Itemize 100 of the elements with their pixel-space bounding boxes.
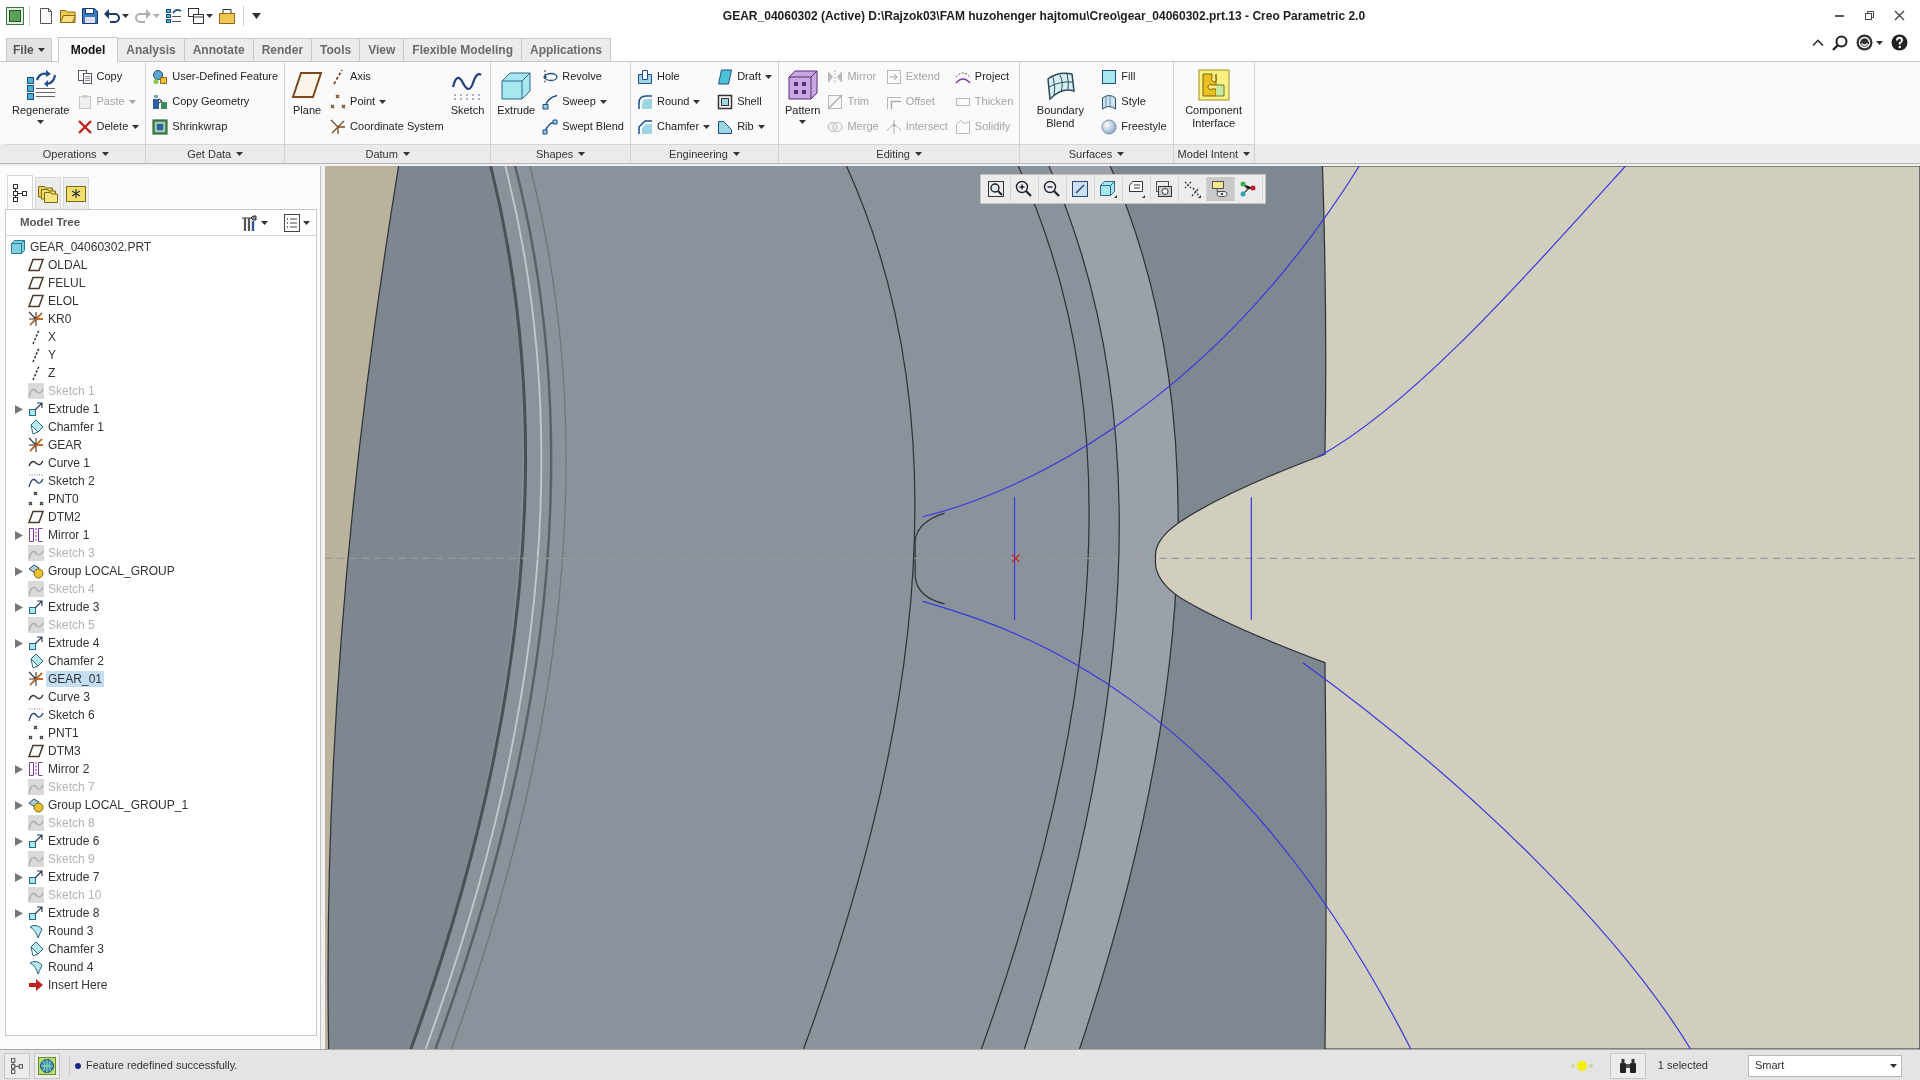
navigator-tab[interactable] — [63, 177, 89, 209]
ribbon-button[interactable]: Revolve — [540, 64, 626, 89]
parallelogram-icon — [291, 69, 324, 101]
beveled-block-icon — [28, 653, 44, 669]
ribbon-tab[interactable]: Flexible Modeling — [403, 38, 522, 61]
ribbon-button[interactable]: User-Defined Feature — [150, 64, 281, 89]
ribbon-tab[interactable]: Analysis — [117, 38, 185, 61]
tree-item[interactable]: PNT1 — [46, 725, 81, 741]
ribbon-large-button[interactable]: Sketch — [448, 64, 487, 144]
tree-item[interactable]: Sketch 6 — [46, 707, 97, 723]
tree-item[interactable]: Curve 3 — [46, 689, 93, 705]
ribbon-large-button[interactable]: Component Interface — [1177, 64, 1250, 144]
tree-item[interactable]: Mirror 1 — [46, 527, 92, 543]
tree-item[interactable]: Group LOCAL_GROUP_1 — [46, 797, 191, 813]
tree-item[interactable]: DTM2 — [46, 509, 83, 525]
group-menu-button[interactable]: Datum — [361, 145, 414, 163]
group-menu-button[interactable]: Engineering — [665, 145, 744, 163]
file-menu-button[interactable]: File — [6, 38, 52, 61]
dashed-axes-icon — [1183, 180, 1201, 198]
caret-icon — [1876, 40, 1883, 45]
ribbon-button[interactable]: Swept Blend — [540, 114, 626, 139]
tree-item[interactable]: DTM3 — [46, 743, 83, 759]
ribbon-tab[interactable]: Tools — [311, 38, 361, 61]
group-menu-button[interactable]: Operations — [38, 145, 113, 163]
ribbon-button[interactable]: Fill — [1099, 64, 1169, 89]
ribbon-button[interactable]: Hole — [634, 64, 713, 89]
ribbon-large-button[interactable]: Pattern — [783, 64, 823, 144]
ribbon-button[interactable]: Coordinate System — [328, 114, 446, 139]
group-menu-button[interactable]: Get Data — [183, 145, 248, 163]
resource-center-button[interactable] — [1856, 34, 1883, 51]
tree-item[interactable]: Insert Here — [46, 977, 110, 993]
box-arrow-icon — [28, 401, 44, 417]
tree-item[interactable]: PNT0 — [46, 491, 81, 507]
ribbon-button[interactable]: Shrinkwrap — [150, 114, 281, 139]
tree-item[interactable]: Chamfer 3 — [46, 941, 107, 957]
ribbon-large-button[interactable]: Regenerate — [10, 64, 72, 144]
group-menu-button[interactable]: Surfaces — [1064, 145, 1129, 163]
ribbon-button[interactable]: Style — [1099, 89, 1169, 114]
tree-item[interactable]: ELOL — [46, 293, 81, 309]
navigator-tab[interactable] — [7, 175, 33, 209]
ribbon-button[interactable]: Copy Geometry — [150, 89, 281, 114]
ribbon-button[interactable]: Delete — [74, 114, 142, 139]
ribbon-button[interactable]: Sweep — [540, 89, 626, 114]
tree-item[interactable]: GEAR_01 — [46, 671, 105, 687]
ribbon-button[interactable]: Freestyle — [1099, 114, 1169, 139]
tree-item[interactable]: Chamfer 1 — [46, 419, 107, 435]
tree-item[interactable]: Extrude 1 — [46, 401, 102, 417]
tree-root-item[interactable]: GEAR_04060302.PRT — [28, 239, 154, 255]
tree-item[interactable]: Extrude 3 — [46, 599, 102, 615]
tree-item[interactable]: FELUL — [46, 275, 88, 291]
selection-filter-dropdown[interactable]: Smart — [1748, 1054, 1902, 1077]
group-menu-button[interactable]: Editing — [872, 145, 926, 163]
ribbon-button[interactable]: Shell — [715, 89, 774, 114]
ribbon-tab[interactable]: Annotate — [183, 38, 254, 61]
tilted-page-icon — [1127, 180, 1145, 198]
ribbon-button[interactable]: Project — [952, 64, 1016, 89]
ribbon-tab[interactable]: Applications — [521, 38, 611, 61]
tree-item[interactable]: KR0 — [46, 311, 74, 327]
find-button[interactable] — [1609, 1052, 1646, 1079]
tree-item[interactable]: Extrude 7 — [46, 869, 102, 885]
view-tool-button[interactable] — [1206, 177, 1235, 201]
ribbon-button[interactable]: Draft — [715, 64, 774, 89]
tree-item[interactable]: Round 4 — [46, 959, 96, 975]
tree-item[interactable]: Chamfer 2 — [46, 653, 107, 669]
tree-item[interactable]: OLDAL — [46, 257, 90, 273]
graphics-toolbar-button[interactable] — [34, 1052, 60, 1079]
tree-item[interactable]: Group LOCAL_GROUP — [46, 563, 177, 579]
ribbon-button[interactable]: Chamfer — [634, 114, 713, 139]
tree-item[interactable]: Y — [46, 347, 58, 363]
search-button[interactable] — [1832, 34, 1848, 51]
show-menu-button[interactable] — [284, 213, 310, 232]
ribbon-tab[interactable]: Render — [252, 38, 313, 61]
group-menu-button[interactable]: Shapes — [531, 145, 590, 163]
tree-item[interactable]: Round 3 — [46, 923, 96, 939]
caret-icon — [379, 99, 387, 104]
tree-item[interactable]: Z — [46, 365, 58, 381]
ribbon-button[interactable]: Copy — [74, 64, 142, 89]
tree-item[interactable]: Extrude 8 — [46, 905, 102, 921]
tree-item[interactable]: Extrude 6 — [46, 833, 102, 849]
star-folder-icon — [66, 185, 86, 202]
ribbon-tab[interactable]: Model — [57, 37, 119, 62]
ribbon-large-button[interactable]: Boundary Blend — [1024, 64, 1097, 144]
tree-settings-button[interactable] — [240, 213, 268, 232]
ribbon-large-button[interactable]: Plane — [289, 64, 326, 144]
collapse-ribbon-button[interactable] — [1812, 39, 1824, 46]
tree-item[interactable]: Curve 1 — [46, 455, 93, 471]
tree-item[interactable]: GEAR — [46, 437, 84, 453]
ribbon-button[interactable]: Axis — [328, 64, 446, 89]
ribbon-large-button[interactable]: Extrude — [495, 64, 538, 144]
ribbon-button[interactable]: Rib — [715, 114, 774, 139]
tree-toggle-button[interactable] — [4, 1052, 30, 1079]
ribbon-button[interactable]: Point — [328, 89, 446, 114]
help-button[interactable] — [1891, 34, 1908, 51]
tree-item[interactable]: X — [46, 329, 58, 345]
tree-item[interactable]: Extrude 4 — [46, 635, 102, 651]
ribbon-button[interactable]: Round — [634, 89, 713, 114]
group-menu-button[interactable]: Model Intent — [1173, 145, 1255, 163]
ribbon-tab[interactable]: View — [359, 38, 405, 61]
tree-item[interactable]: Mirror 2 — [46, 761, 92, 777]
tree-item[interactable]: Sketch 2 — [46, 473, 97, 489]
